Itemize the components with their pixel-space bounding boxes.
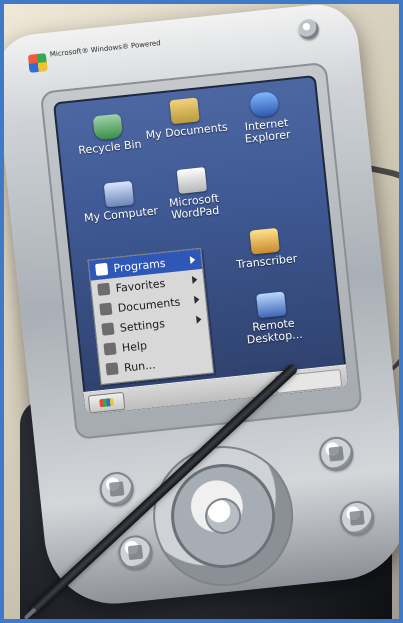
- favorites-icon: [97, 282, 111, 296]
- recycle-bin-icon: [92, 113, 123, 141]
- submenu-arrow-icon: [196, 315, 202, 324]
- help-icon: [103, 342, 117, 356]
- calendar-button[interactable]: [98, 470, 136, 508]
- remote-desktop-icon: [256, 291, 287, 319]
- desktop-icon-internet-explorer[interactable]: Internet Explorer: [217, 88, 314, 148]
- desktop-icon-label: Microsoft WordPad: [168, 191, 220, 222]
- submenu-arrow-icon: [189, 255, 196, 265]
- contacts-icon: [127, 544, 144, 561]
- home-button[interactable]: [338, 499, 376, 537]
- brand-text: Microsoft® Windows® Powered: [49, 39, 162, 59]
- my-documents-icon: [169, 97, 200, 125]
- inbox-button[interactable]: [317, 435, 355, 473]
- calendar-icon: [109, 481, 125, 497]
- windows-logo-icon: [27, 53, 48, 73]
- power-button-icon[interactable]: [297, 18, 320, 41]
- transcriber-icon: [249, 227, 280, 255]
- desktop-icon-label: Recycle Bin: [77, 137, 143, 158]
- desktop-icon-remote-desktop[interactable]: Remote Desktop...: [224, 288, 321, 348]
- microsoft-wordpad-icon: [176, 167, 208, 194]
- my-computer-icon: [103, 180, 135, 208]
- desktop-icon-label: My Computer: [83, 204, 159, 225]
- contacts-button[interactable]: [116, 533, 155, 572]
- home-icon: [349, 510, 365, 526]
- desktop-icon-label: Transcriber: [235, 251, 298, 272]
- desktop-icon-label: My Documents: [145, 120, 229, 143]
- brand-mark: Microsoft® Windows® Powered: [27, 39, 161, 75]
- run-icon: [105, 362, 119, 376]
- photo-frame: Microsoft® Windows® Powered Recycle Bin …: [0, 0, 403, 623]
- internet-explorer-icon: [249, 91, 280, 118]
- desktop-icon-label: Remote Desktop...: [246, 316, 304, 347]
- desktop-icon-microsoft-wordpad[interactable]: Microsoft WordPad: [145, 164, 242, 224]
- navigation-pad[interactable]: [146, 439, 301, 593]
- inbox-icon: [328, 446, 344, 462]
- desktop-icon-label: Internet Explorer: [244, 116, 292, 146]
- documents-icon: [99, 302, 113, 316]
- submenu-arrow-icon: [191, 275, 198, 284]
- submenu-arrow-icon: [193, 295, 200, 304]
- device-screen: Recycle Bin My Documents Internet Explor…: [52, 74, 349, 415]
- action-button[interactable]: [203, 496, 243, 536]
- desktop-icon-transcriber[interactable]: Transcriber: [218, 224, 314, 272]
- pocket-pc-device: Microsoft® Windows® Powered Recycle Bin …: [4, 4, 399, 611]
- start-button[interactable]: [87, 391, 126, 414]
- programs-icon: [95, 262, 109, 276]
- settings-icon: [101, 322, 115, 336]
- start-menu: Programs Favorites Documents Settings He…: [87, 247, 215, 386]
- screen-bezel: Recycle Bin My Documents Internet Explor…: [39, 61, 363, 440]
